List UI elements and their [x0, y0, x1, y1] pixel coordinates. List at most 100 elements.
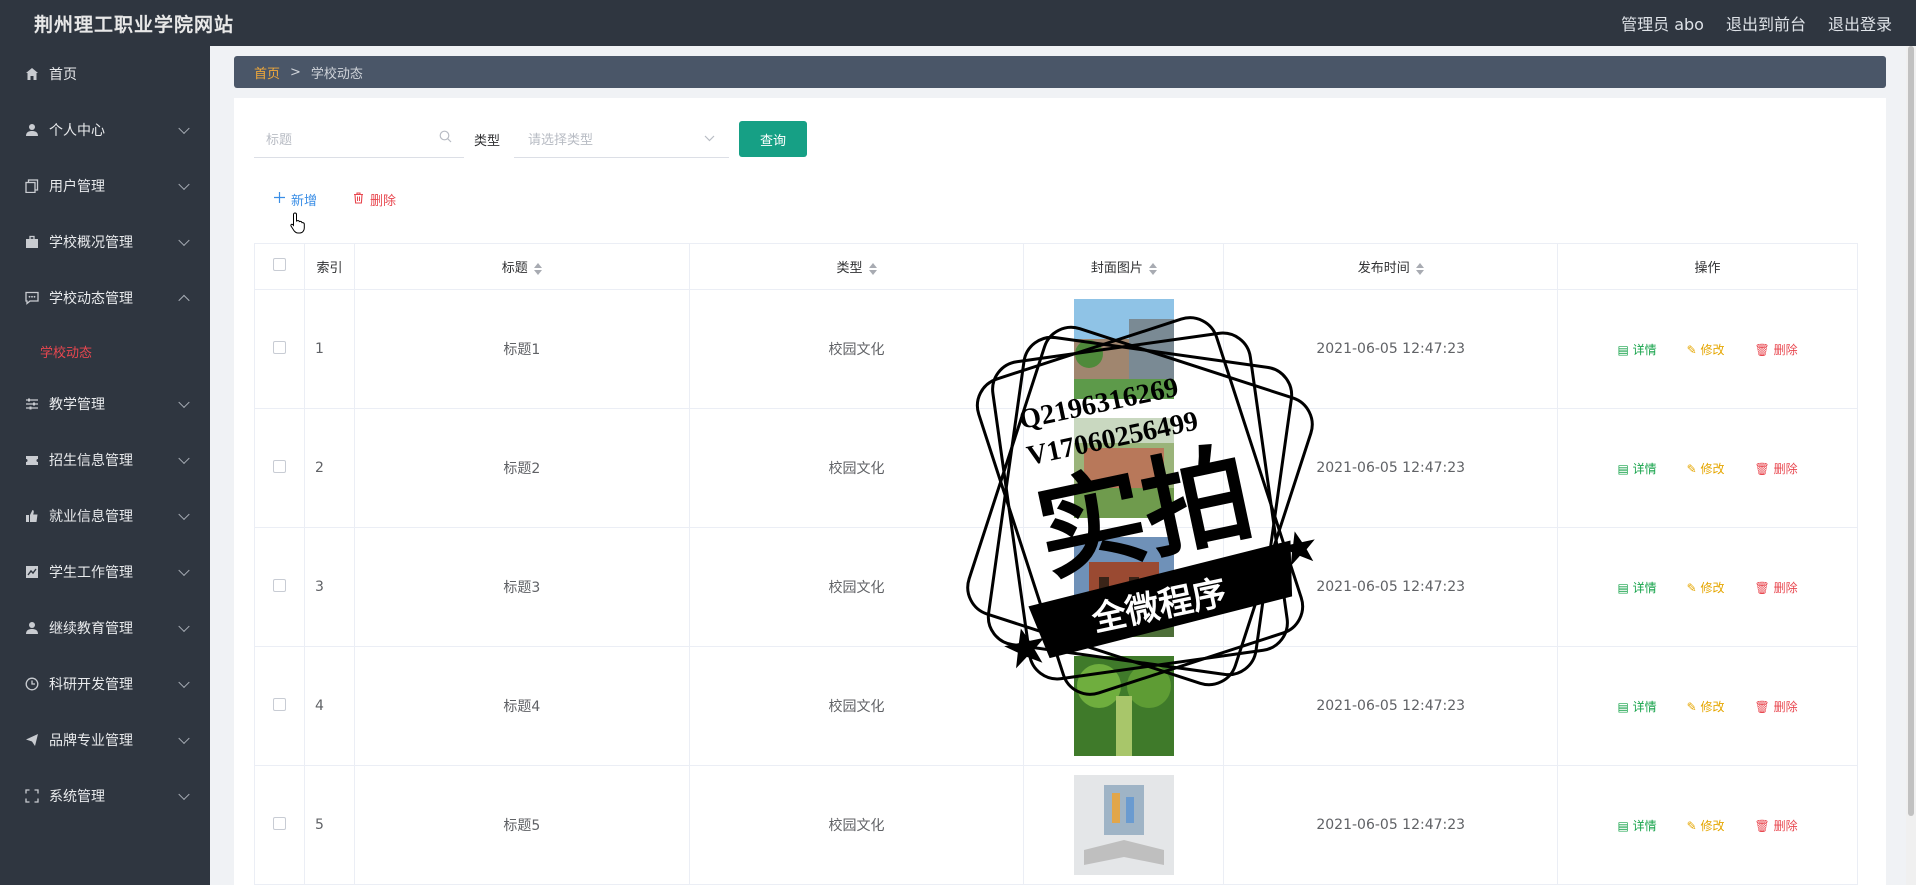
sliders-icon [24, 396, 40, 412]
delete-button[interactable]: 🗑 删除 [1755, 341, 1798, 358]
chevron-down-icon [178, 234, 190, 247]
sidebar-item-users[interactable]: 用户管理 [0, 158, 210, 214]
type-select[interactable]: 请选择类型 [514, 120, 730, 158]
sidebar-item-school-overview[interactable]: 学校概况管理 [0, 214, 210, 270]
sidebar-item-school-news[interactable]: 学校动态管理 [0, 270, 210, 326]
row-type: 校园文化 [688, 408, 1025, 528]
batch-delete-button[interactable]: 删除 [353, 190, 396, 209]
back-to-front-link[interactable]: 退出到前台 [1726, 11, 1806, 35]
detail-button[interactable]: ▤ 详情 [1617, 460, 1656, 477]
select-all-checkbox[interactable] [272, 258, 286, 271]
row-ops: ▤ 详情 ✎ 修改 🗑 删除 [1557, 527, 1858, 647]
sidebar-item-research[interactable]: 科研开发管理 [0, 656, 210, 712]
sidebar-item-label: 就业信息管理 [49, 509, 133, 525]
row-ops: ▤ 详情 ✎ 修改 🗑 删除 [1557, 408, 1858, 528]
detail-button[interactable]: ▤ 详情 [1617, 817, 1656, 834]
header-time[interactable]: 发布时间 [1223, 243, 1559, 290]
sidebar-item-label: 科研开发管理 [49, 677, 133, 693]
sidebar-subitem-school-news[interactable]: 学校动态 [0, 326, 210, 376]
sidebar: 首页 个人中心 用户管理 学校概况管理 学校动态管理 学校动态 教学管理 招生信… [0, 46, 210, 885]
cover-image[interactable] [1073, 656, 1174, 756]
breadcrumb-home[interactable]: 首页 [254, 63, 280, 82]
cover-image[interactable] [1073, 775, 1174, 875]
sidebar-item-label: 学校动态管理 [49, 291, 133, 307]
sidebar-item-student-work[interactable]: 学生工作管理 [0, 544, 210, 600]
row-checkbox[interactable] [272, 340, 286, 354]
delete-button[interactable]: 🗑 删除 [1755, 698, 1798, 715]
header-time-label: 发布时间 [1357, 261, 1410, 276]
row-ops: ▤ 详情 ✎ 修改 🗑 删除 [1557, 765, 1858, 885]
row-index: 3 [303, 527, 355, 647]
edit-button[interactable]: ✎ 修改 [1687, 817, 1725, 834]
cover-image[interactable] [1073, 299, 1174, 399]
row-index: 4 [303, 646, 355, 766]
sidebar-item-system[interactable]: 系统管理 [0, 768, 210, 824]
row-checkbox[interactable] [272, 459, 286, 473]
logout-link[interactable]: 退出登录 [1828, 11, 1892, 35]
site-title: 荆州理工职业学院网站 [34, 13, 235, 36]
current-user: 管理员 abo [1621, 15, 1704, 34]
header-title[interactable]: 标题 [353, 243, 690, 290]
fullscreen-icon [24, 788, 40, 804]
sidebar-item-brand-major[interactable]: 品牌专业管理 [0, 712, 210, 768]
cover-image[interactable] [1073, 418, 1174, 518]
copy-icon [24, 178, 40, 194]
edit-button[interactable]: ✎ 修改 [1687, 341, 1725, 358]
edit-button[interactable]: ✎ 修改 [1687, 579, 1725, 596]
row-time: 2021-06-05 12:47:23 [1223, 527, 1559, 647]
thumbs-up-icon [24, 508, 40, 524]
sidebar-item-label: 学生工作管理 [49, 565, 133, 581]
header-type[interactable]: 类型 [688, 243, 1025, 290]
row-checkbox[interactable] [272, 578, 286, 592]
main-content: 首页 > 学校动态 标题 类型 请选择类型 查询 新增 删除 索引 标题 类型 … [210, 46, 1906, 885]
delete-button[interactable]: 🗑 删除 [1755, 460, 1798, 477]
row-title: 标题1 [353, 289, 690, 409]
row-select-cell [254, 646, 305, 766]
page-scrollbar[interactable] [1906, 46, 1916, 885]
row-checkbox[interactable] [272, 697, 286, 711]
chart-icon [24, 564, 40, 580]
sidebar-item-admission[interactable]: 招生信息管理 [0, 432, 210, 488]
header-cover[interactable]: 封面图片 [1023, 243, 1225, 290]
row-index: 5 [303, 765, 355, 885]
detail-button[interactable]: ▤ 详情 [1617, 341, 1656, 358]
sidebar-item-teaching[interactable]: 教学管理 [0, 376, 210, 432]
edit-button[interactable]: ✎ 修改 [1687, 698, 1725, 715]
sidebar-item-employment[interactable]: 就业信息管理 [0, 488, 210, 544]
delete-button[interactable]: 🗑 删除 [1755, 817, 1798, 834]
edit-button[interactable]: ✎ 修改 [1687, 460, 1725, 477]
scrollbar-thumb[interactable] [1908, 46, 1914, 816]
title-search-input[interactable]: 标题 [254, 120, 464, 158]
sidebar-item-home[interactable]: 首页 [0, 46, 210, 102]
header-cover-label: 封面图片 [1090, 261, 1143, 276]
person-icon [24, 620, 40, 636]
row-title: 标题2 [353, 408, 690, 528]
row-checkbox[interactable] [272, 816, 286, 830]
row-time: 2021-06-05 12:47:23 [1223, 765, 1559, 885]
sidebar-item-label: 首页 [49, 67, 77, 83]
cover-image[interactable] [1073, 537, 1174, 637]
sidebar-item-label: 继续教育管理 [49, 621, 133, 637]
select-all-cell [254, 243, 305, 290]
row-cover-cell [1023, 646, 1225, 766]
sidebar-item-continuing-edu[interactable]: 继续教育管理 [0, 600, 210, 656]
top-bar: 荆州理工职业学院网站 管理员 abo 退出到前台 退出登录 [0, 0, 1916, 46]
row-ops: ▤ 详情 ✎ 修改 🗑 删除 [1557, 646, 1858, 766]
delete-button[interactable]: 🗑 删除 [1755, 579, 1798, 596]
table-row: 2 标题2 校园文化 2021-06-05 12:47:23 ▤ 详情 ✎ 修改 [254, 408, 1858, 528]
ticket-icon [24, 452, 40, 468]
add-button[interactable]: 新增 [274, 190, 317, 209]
detail-button[interactable]: ▤ 详情 [1617, 579, 1656, 596]
header-index-label: 索引 [316, 261, 343, 276]
row-select-cell [254, 408, 305, 528]
search-icon [439, 130, 452, 147]
row-type: 校园文化 [688, 289, 1025, 409]
sidebar-item-personal[interactable]: 个人中心 [0, 102, 210, 158]
sidebar-item-label: 个人中心 [49, 123, 105, 139]
detail-button[interactable]: ▤ 详情 [1617, 698, 1656, 715]
table-row: 1 标题1 校园文化 2021-06-05 12:47:23 ▤ 详情 ✎ 修改 [254, 289, 1858, 409]
chevron-up-icon [178, 294, 190, 307]
chat-icon [24, 290, 40, 306]
query-button[interactable]: 查询 [739, 121, 808, 157]
home-icon [24, 66, 40, 82]
